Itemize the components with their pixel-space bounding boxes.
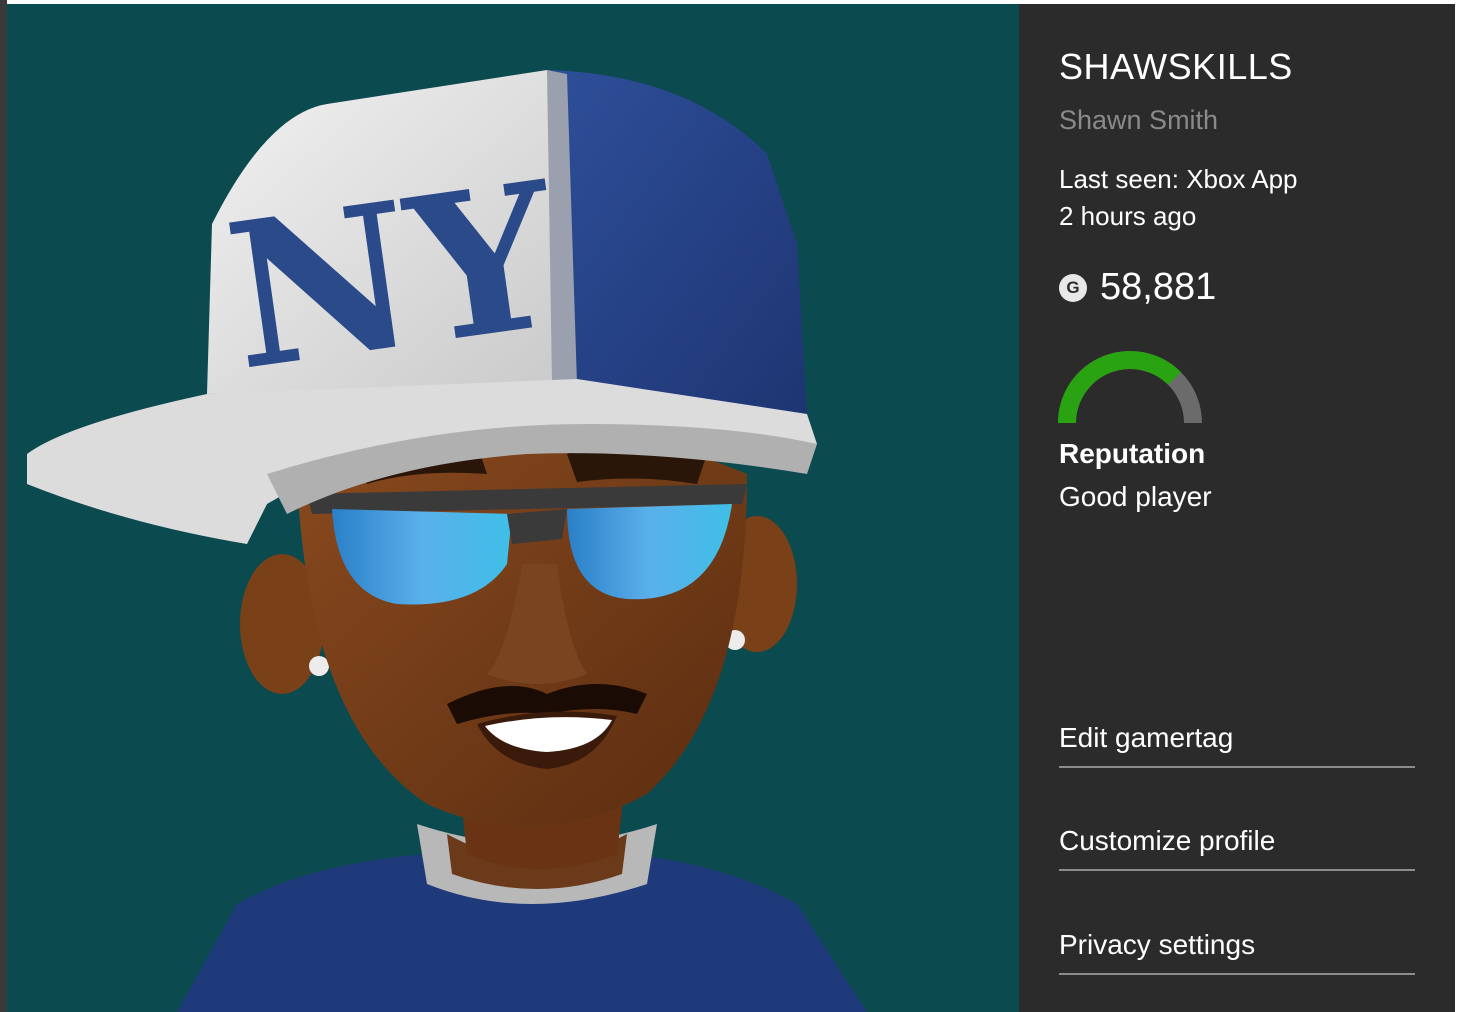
gamerscore-value: 58,881 xyxy=(1100,266,1217,308)
reputation-gauge-icon xyxy=(1058,351,1202,424)
profile-info-panel: SHAWSKILLS Shawn Smith Last seen: Xbox A… xyxy=(1019,4,1455,1012)
avatar-illustration: NY xyxy=(27,70,867,1012)
gamertag: SHAWSKILLS xyxy=(1059,46,1293,87)
right-border xyxy=(1455,0,1461,1012)
left-border xyxy=(0,0,7,1012)
privacy-settings-link[interactable]: Privacy settings xyxy=(1059,923,1415,975)
edit-gamertag-link[interactable]: Edit gamertag xyxy=(1059,716,1415,768)
customize-profile-link[interactable]: Customize profile xyxy=(1059,819,1415,871)
privacy-settings-label: Privacy settings xyxy=(1059,929,1256,960)
svg-text:NY: NY xyxy=(215,137,572,415)
customize-profile-label: Customize profile xyxy=(1059,825,1276,856)
reputation-title: Reputation xyxy=(1059,438,1206,469)
last-seen-time: 2 hours ago xyxy=(1059,201,1197,231)
gamerscore-g-icon: G xyxy=(1059,273,1087,302)
reputation-value: Good player xyxy=(1059,481,1212,512)
avatar-image: NY xyxy=(7,4,1019,1012)
edit-gamertag-label: Edit gamertag xyxy=(1059,722,1234,753)
profile-window: NY SHAWSKILLS Shawn Smith Last seen: Xbo… xyxy=(0,0,1461,1012)
real-name: Shawn Smith xyxy=(1059,105,1219,135)
last-seen-label: Last seen: Xbox App xyxy=(1059,164,1298,194)
gamerscore-row: G 58,881 xyxy=(1059,266,1216,309)
